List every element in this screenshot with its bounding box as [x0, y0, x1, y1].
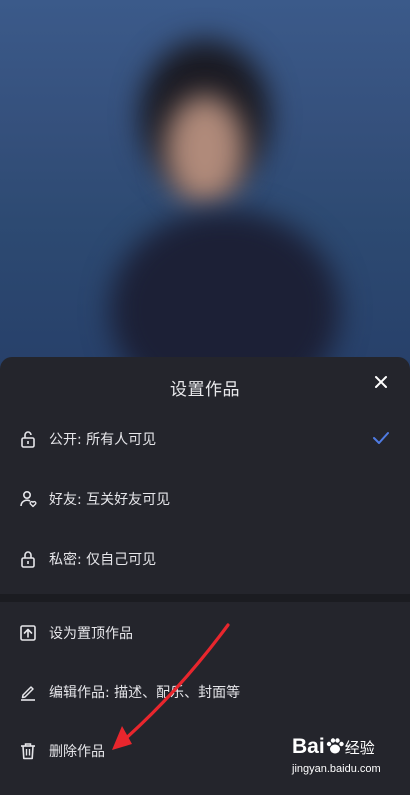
watermark-url: jingyan.baidu.com — [292, 763, 381, 775]
action-label: 删除作品 — [49, 744, 105, 760]
blurred-body — [110, 210, 340, 370]
privacy-option-label: 公开: 所有人可见 — [49, 432, 157, 448]
privacy-option-public[interactable]: 公开: 所有人可见 — [0, 416, 410, 462]
privacy-option-friends[interactable]: 好友: 互关好友可见 — [0, 476, 410, 522]
privacy-option-label: 私密: 仅自己可见 — [49, 552, 157, 568]
close-icon — [375, 376, 387, 388]
close-button[interactable] — [370, 373, 392, 395]
settings-sheet: 设置作品 公开: 所有人可见 好友: 互关好友可见 私密: 仅自己可见 设为置顶… — [0, 357, 410, 795]
privacy-option-private[interactable]: 私密: 仅自己可见 — [0, 536, 410, 582]
friends-icon — [18, 489, 38, 509]
pin-top-icon — [18, 623, 38, 643]
blurred-face — [165, 95, 245, 205]
baidu-watermark: Bai 经验 jingyan.baidu.com — [292, 735, 404, 785]
section-divider — [0, 594, 410, 602]
blurred-video-preview — [0, 0, 410, 370]
privacy-option-label: 好友: 互关好友可见 — [49, 492, 171, 508]
action-label: 设为置顶作品 — [49, 626, 133, 642]
unlock-icon — [18, 429, 38, 449]
action-label: 编辑作品: 描述、配乐、封面等 — [49, 685, 241, 701]
edit-icon — [18, 682, 38, 702]
checkmark-icon — [372, 429, 392, 449]
sheet-title: 设置作品 — [170, 380, 240, 400]
lock-icon — [18, 549, 38, 569]
trash-icon — [18, 741, 38, 761]
edit-work-button[interactable]: 编辑作品: 描述、配乐、封面等 — [0, 669, 410, 715]
paw-icon — [326, 738, 344, 754]
pin-top-button[interactable]: 设为置顶作品 — [0, 610, 410, 656]
watermark-brand: Bai 经验 — [292, 735, 375, 758]
